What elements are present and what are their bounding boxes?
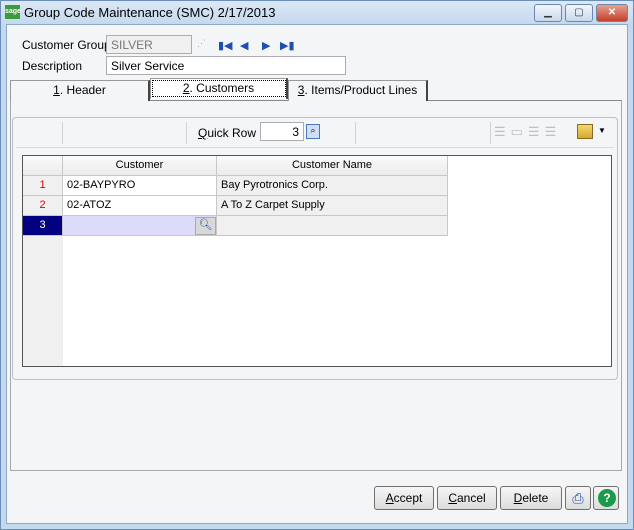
row-action-icons: ☰▭☰☰: [494, 124, 562, 139]
tab-label: . Customers: [189, 81, 255, 95]
window-title: Group Code Maintenance (SMC) 2/17/2013: [24, 5, 276, 20]
accept-button[interactable]: Accept: [374, 486, 434, 510]
customer-name-cell: A To Z Carpet Supply: [217, 196, 448, 216]
tab-items-product-lines[interactable]: 3. Items/Product Lines: [288, 80, 428, 101]
tab-header[interactable]: 1. Header: [10, 80, 150, 101]
delete-button[interactable]: Delete: [500, 486, 562, 510]
divider: [62, 122, 63, 144]
sage-logo: sage: [5, 5, 21, 19]
maximize-button[interactable]: ▢: [565, 4, 593, 22]
row-number-selected[interactable]: 3: [23, 216, 63, 236]
divider: [490, 122, 491, 144]
grid-corner: [23, 156, 63, 176]
column-header-customer-name[interactable]: Customer Name: [217, 156, 448, 176]
cancel-button[interactable]: Cancel: [437, 486, 497, 510]
dropdown-arrow-icon[interactable]: ▼: [598, 126, 606, 135]
tab-key: 1: [53, 83, 60, 97]
customer-group-field[interactable]: SILVER: [106, 35, 192, 54]
customer-group-label: Customer Group: [22, 38, 111, 52]
help-button[interactable]: ?: [593, 486, 619, 510]
help-icon: ?: [598, 489, 616, 507]
description-field[interactable]: Silver Service: [106, 56, 346, 75]
customer-cell[interactable]: 02-BAYPYRO: [63, 176, 217, 196]
customer-cell-active[interactable]: [63, 216, 217, 236]
last-record-icon[interactable]: ▶▮: [280, 39, 295, 52]
row-number[interactable]: 2: [23, 196, 63, 216]
quick-row-input[interactable]: 3: [260, 122, 304, 141]
first-record-icon[interactable]: ▮◀: [218, 39, 233, 52]
customer-lookup-icon[interactable]: 🔍︎: [195, 217, 216, 235]
minimize-button[interactable]: ▁: [534, 4, 562, 22]
quick-row-label: Quick Row: [198, 126, 257, 140]
close-button[interactable]: ✕: [596, 4, 628, 22]
divider: [186, 122, 187, 144]
customize-grid-icon[interactable]: [577, 124, 593, 139]
tab-label: . Header: [59, 83, 106, 97]
tab-key: 2: [182, 81, 190, 95]
tab-customers[interactable]: 2. Customers: [150, 78, 288, 99]
description-label: Description: [22, 59, 83, 73]
quick-row-search-icon[interactable]: ⌕: [306, 124, 320, 139]
lookup-icon[interactable]: ⋰: [197, 38, 206, 49]
previous-record-icon[interactable]: ◀: [240, 39, 248, 52]
customer-name-cell: Bay Pyrotronics Corp.: [217, 176, 448, 196]
customer-name-cell: [217, 216, 448, 236]
row-number[interactable]: 1: [23, 176, 63, 196]
customers-grid: Customer Customer Name 1 02-BAYPYRO Bay …: [22, 155, 612, 367]
customer-cell[interactable]: 02-ATOZ: [63, 196, 217, 216]
tab-label: . Items/Product Lines: [304, 83, 418, 97]
column-header-customer[interactable]: Customer: [63, 156, 217, 176]
next-record-icon[interactable]: ▶: [262, 39, 270, 52]
print-button[interactable]: ⎙: [565, 486, 591, 510]
divider: [355, 122, 356, 144]
divider: [16, 147, 614, 148]
